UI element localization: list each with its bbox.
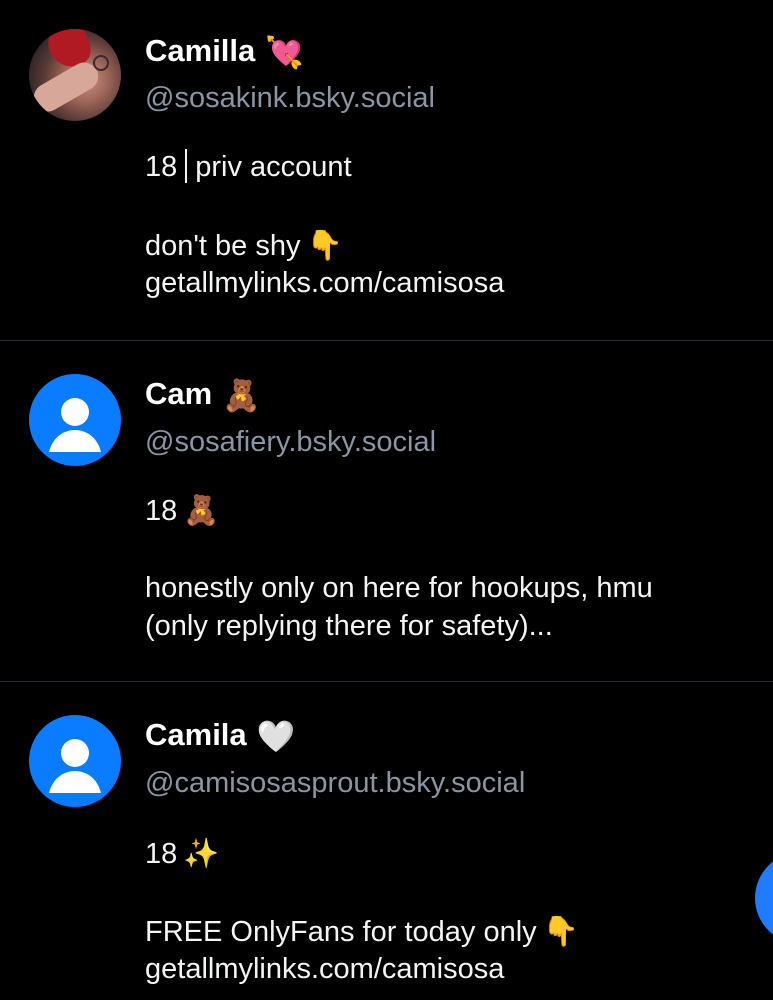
heart-with-arrow-icon: 💘 <box>265 34 304 71</box>
bio-link: getallmylinks.com/camisosa <box>145 267 505 299</box>
white-heart-icon: 🤍 <box>256 718 296 755</box>
account-handle: @sosakink.bsky.social <box>145 82 435 114</box>
teddy-bear-icon: 🧸 <box>183 493 220 527</box>
separator <box>185 149 188 183</box>
account-handle: @camisosasprout.bsky.social <box>145 767 526 799</box>
account-bio: 18 priv account don't be shy 👇 getallmylin… <box>145 148 504 302</box>
account-bio: 18 🧸 honestly only on here for hookups, h… <box>145 493 653 642</box>
account-result-card[interactable]: Cam 🧸 @sosafiery.bsky.social 18 🧸 honestly… <box>0 341 773 682</box>
teddy-bear-icon: 🧸 <box>222 377 261 414</box>
display-name: Camila 🤍 <box>145 717 296 755</box>
display-name: Camilla 💘 <box>145 33 304 71</box>
account-search-results: Camilla 💘 @sosakink.bsky.social 18 priv ac… <box>0 0 773 1000</box>
avatar[interactable] <box>29 29 121 121</box>
account-bio: 18 ✨ FREE OnlyFans for today only 👇 getall… <box>145 834 579 988</box>
user-silhouette-icon <box>49 398 101 452</box>
account-result-card[interactable]: Camilla 💘 @sosakink.bsky.social 18 priv ac… <box>0 0 773 341</box>
default-avatar-icon[interactable] <box>29 374 121 466</box>
bio-link: getallmylinks.com/camisosa <box>145 953 505 985</box>
display-name: Cam 🧸 <box>145 376 261 414</box>
account-handle: @sosafiery.bsky.social <box>145 426 437 458</box>
user-silhouette-icon <box>49 739 101 793</box>
account-result-card[interactable]: Camila 🤍 @camisosasprout.bsky.social 18 ✨ … <box>0 682 773 1000</box>
pointing-down-icon: 👇 <box>306 228 343 262</box>
pointing-down-icon: 👇 <box>542 914 579 948</box>
default-avatar-icon[interactable] <box>29 715 121 807</box>
sparkles-icon: ✨ <box>183 836 220 870</box>
